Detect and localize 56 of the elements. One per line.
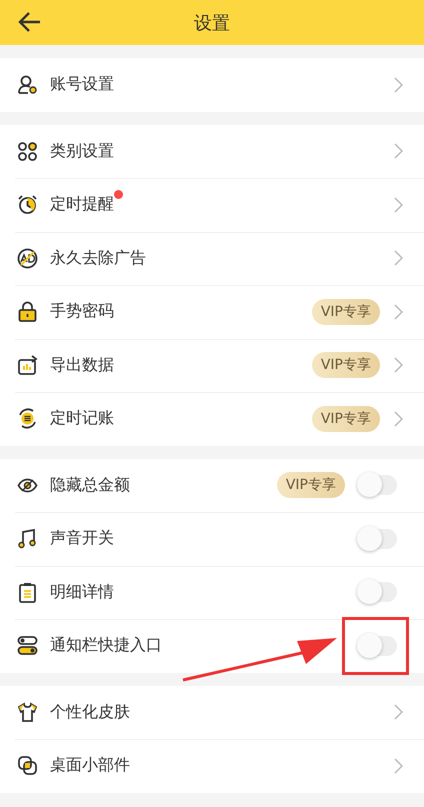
toggle-switch[interactable] (359, 475, 397, 496)
alarm-clock-icon (17, 194, 38, 216)
row-label: 个性化皮肤 (50, 702, 130, 723)
row-label: 明细详情 (50, 582, 114, 603)
vip-badge: VIP专享 (312, 352, 380, 378)
settings-row[interactable]: 账号设置 (0, 58, 424, 112)
music-note-icon (17, 528, 38, 550)
chevron-right-icon (394, 196, 403, 213)
page-title: 设置 (194, 12, 230, 34)
chevron-right-icon (394, 76, 403, 93)
grid-icon (17, 140, 38, 162)
toggle-switch[interactable] (359, 582, 397, 602)
row-label: 永久去除广告 (50, 248, 146, 269)
settings-row[interactable]: 个性化皮肤 (0, 686, 424, 739)
toggle-icon (17, 635, 38, 656)
overlapping-squares-icon (17, 755, 38, 776)
settings-row[interactable]: 定时记账 VIP专享 (0, 392, 424, 446)
settings-row[interactable]: 隐藏总金额 VIP专享 (0, 458, 424, 512)
back-button[interactable] (18, 11, 42, 33)
row-label: 通知栏快捷入口 (50, 635, 162, 656)
clipboard-icon (17, 582, 38, 603)
toggle-switch[interactable] (359, 528, 397, 549)
row-label: 声音开关 (50, 528, 114, 550)
row-label: 类别设置 (50, 140, 114, 162)
settings-row[interactable]: 导出数据 VIP专享 (0, 338, 424, 392)
settings-row[interactable]: 声音开关 (0, 512, 424, 566)
row-label: 桌面小部件 (50, 755, 130, 776)
settings-row[interactable]: 类别设置 (0, 124, 424, 178)
row-label: 导出数据 (50, 354, 114, 376)
chevron-right-icon (394, 304, 403, 320)
chevron-right-icon (394, 704, 403, 720)
settings-row[interactable]: 明细详情 (0, 566, 424, 619)
lock-icon (17, 301, 38, 322)
vip-badge: VIP专享 (312, 406, 380, 432)
vip-badge: VIP专享 (276, 472, 345, 498)
refresh-list-icon (17, 408, 38, 430)
chevron-right-icon (394, 250, 403, 266)
no-ads-icon (17, 248, 38, 269)
settings-row[interactable]: 永久去除广告 (0, 232, 424, 285)
settings-row[interactable]: 桌面小部件 (0, 739, 424, 792)
toggle-switch[interactable] (359, 636, 397, 656)
settings-row[interactable]: 手势密码 VIP专享 (0, 285, 424, 338)
row-label: 定时记账 (50, 408, 114, 430)
row-label: 账号设置 (50, 74, 114, 96)
chevron-right-icon (394, 410, 403, 427)
vip-badge: VIP专享 (312, 298, 380, 325)
row-label: 定时提醒 (50, 194, 114, 216)
row-label: 手势密码 (50, 301, 114, 322)
person-icon (17, 74, 38, 96)
chart-export-icon (17, 354, 38, 376)
t-shirt-icon (17, 702, 38, 723)
row-label: 隐藏总金额 (50, 474, 130, 496)
chevron-right-icon (394, 143, 403, 160)
settings-row[interactable]: 定时提醒 (0, 178, 424, 232)
chevron-right-icon (394, 357, 403, 374)
chevron-right-icon (394, 758, 403, 774)
